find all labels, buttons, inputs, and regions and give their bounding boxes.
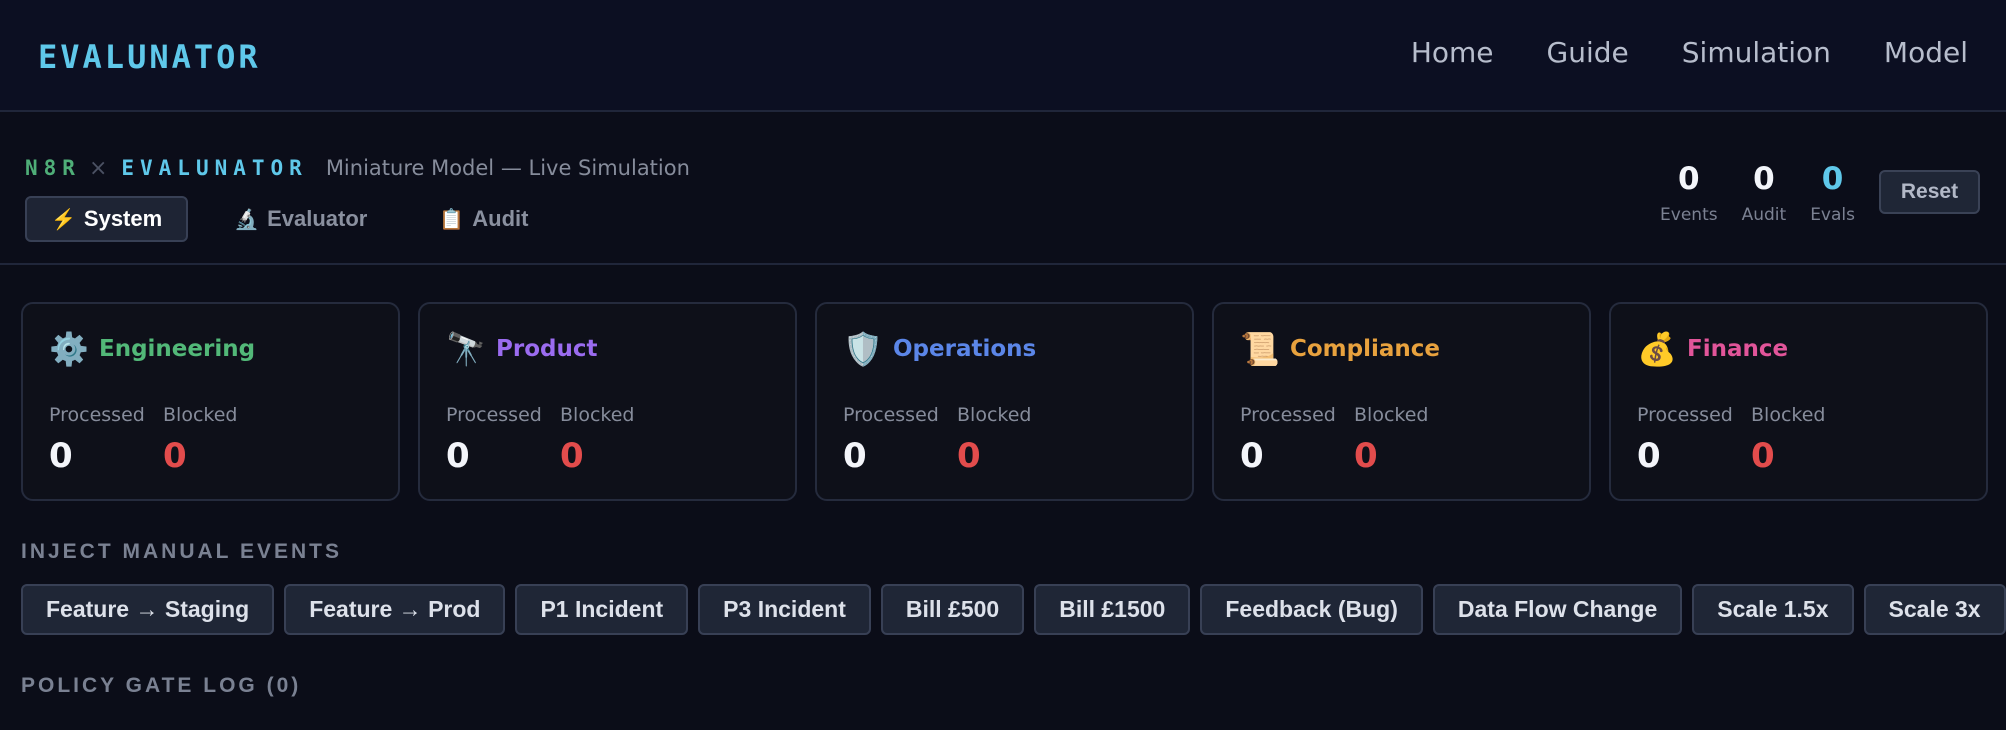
tab-audit[interactable]: 📋 Audit bbox=[413, 196, 554, 242]
card-title: Product bbox=[496, 336, 598, 362]
processed-value: 0 bbox=[1637, 436, 1661, 476]
blocked-label: Blocked bbox=[163, 404, 238, 426]
inject-data-flow-change-button[interactable]: Data Flow Change bbox=[1432, 584, 1683, 635]
audit-counter: 0 Audit bbox=[1741, 161, 1787, 226]
blocked-label: Blocked bbox=[560, 404, 635, 426]
card-compliance: 📜 Compliance Processed 0 Blocked 0 bbox=[1212, 302, 1591, 501]
processed-stat: Processed 0 bbox=[843, 404, 939, 476]
processed-stat: Processed 0 bbox=[1240, 404, 1336, 476]
card-header: 💰 Finance bbox=[1637, 330, 1788, 368]
events-count: 0 bbox=[1678, 161, 1700, 197]
simulation-header: N8R × EVALUNATOR Miniature Model — Live … bbox=[0, 114, 2006, 265]
inject-feature-staging-button[interactable]: Feature → Staging bbox=[21, 584, 275, 635]
inject-bill-500-button[interactable]: Bill £500 bbox=[880, 584, 1025, 635]
inject-p1-incident-button[interactable]: P1 Incident bbox=[515, 584, 689, 635]
card-title: Compliance bbox=[1290, 336, 1441, 362]
blocked-stat: Blocked 0 bbox=[957, 404, 1031, 476]
microscope-icon: 🔬 bbox=[234, 208, 260, 231]
clipboard-icon: 📋 bbox=[439, 208, 465, 231]
blocked-value: 0 bbox=[560, 436, 584, 476]
brand-logo[interactable]: EVALUNATOR bbox=[38, 38, 261, 76]
card-title: Engineering bbox=[99, 336, 256, 362]
processed-label: Processed bbox=[49, 404, 145, 426]
processed-value: 0 bbox=[446, 436, 470, 476]
telescope-icon: 🔭 bbox=[446, 330, 486, 368]
processed-label: Processed bbox=[446, 404, 542, 426]
lightning-icon: ⚡ bbox=[51, 208, 76, 231]
processed-stat: Processed 0 bbox=[446, 404, 542, 476]
nav-links: Home Guide Simulation Model bbox=[1411, 36, 1968, 69]
inject-buttons: Feature → Staging Feature → Prod P1 Inci… bbox=[21, 584, 2006, 635]
processed-stat: Processed 0 bbox=[49, 404, 145, 476]
tab-system[interactable]: ⚡ System bbox=[25, 196, 189, 242]
card-operations: 🛡️ Operations Processed 0 Blocked 0 bbox=[815, 302, 1194, 501]
tab-system-label: System bbox=[83, 206, 163, 231]
n8r-tag: N8R bbox=[25, 156, 81, 180]
processed-label: Processed bbox=[843, 404, 939, 426]
processed-value: 0 bbox=[1240, 436, 1264, 476]
tab-evaluator-label: Evaluator bbox=[267, 206, 368, 231]
evals-label: Evals bbox=[1810, 205, 1855, 225]
inject-feedback-bug-button[interactable]: Feedback (Bug) bbox=[1200, 584, 1423, 635]
card-product: 🔭 Product Processed 0 Blocked 0 bbox=[418, 302, 797, 501]
card-header: ⚙️ Engineering bbox=[49, 330, 255, 368]
inject-section-title: INJECT MANUAL EVENTS bbox=[21, 540, 342, 563]
times-separator: × bbox=[88, 156, 108, 181]
processed-label: Processed bbox=[1240, 404, 1336, 426]
blocked-label: Blocked bbox=[957, 404, 1032, 426]
card-title: Finance bbox=[1687, 336, 1789, 362]
blocked-label: Blocked bbox=[1354, 404, 1429, 426]
nav-link-guide[interactable]: Guide bbox=[1547, 36, 1629, 69]
card-title: Operations bbox=[893, 336, 1037, 362]
header-subtitle: Miniature Model — Live Simulation bbox=[325, 156, 690, 180]
card-engineering: ⚙️ Engineering Processed 0 Blocked 0 bbox=[21, 302, 400, 501]
money-bag-icon: 💰 bbox=[1637, 330, 1677, 368]
blocked-stat: Blocked 0 bbox=[560, 404, 634, 476]
inject-feature-prod-button[interactable]: Feature → Prod bbox=[284, 584, 506, 635]
evals-counter: 0 Evals bbox=[1810, 161, 1855, 226]
tab-audit-label: Audit bbox=[472, 206, 529, 231]
blocked-stat: Blocked 0 bbox=[1751, 404, 1825, 476]
top-navbar: EVALUNATOR Home Guide Simulation Model bbox=[0, 0, 2006, 112]
blocked-stat: Blocked 0 bbox=[163, 404, 237, 476]
card-header: 📜 Compliance bbox=[1240, 330, 1440, 368]
evals-count: 0 bbox=[1821, 161, 1844, 197]
audit-label: Audit bbox=[1741, 205, 1787, 225]
blocked-value: 0 bbox=[1751, 436, 1775, 476]
audit-count: 0 bbox=[1753, 161, 1775, 197]
blocked-value: 0 bbox=[163, 436, 187, 476]
department-cards: ⚙️ Engineering Processed 0 Blocked 0 🔭 P… bbox=[21, 302, 1988, 501]
inject-p3-incident-button[interactable]: P3 Incident bbox=[698, 584, 871, 635]
events-label: Events bbox=[1660, 205, 1718, 225]
processed-value: 0 bbox=[49, 436, 73, 476]
nav-link-simulation[interactable]: Simulation bbox=[1682, 36, 1831, 69]
nav-link-home[interactable]: Home bbox=[1411, 36, 1494, 69]
inject-bill-1500-button[interactable]: Bill £1500 bbox=[1034, 584, 1191, 635]
header-title: N8R × EVALUNATOR Miniature Model — Live … bbox=[25, 156, 690, 181]
inject-scale-3x-button[interactable]: Scale 3x bbox=[1863, 584, 2006, 635]
shield-icon: 🛡️ bbox=[843, 330, 883, 368]
evaluator-tag: EVALUNATOR bbox=[121, 156, 308, 180]
tab-evaluator[interactable]: 🔬 Evaluator bbox=[208, 196, 393, 242]
card-header: 🔭 Product bbox=[446, 330, 597, 368]
inject-scale-1-5x-button[interactable]: Scale 1.5x bbox=[1692, 584, 1854, 635]
policy-gate-log-title: POLICY GATE LOG (0) bbox=[21, 674, 302, 697]
card-finance: 💰 Finance Processed 0 Blocked 0 bbox=[1609, 302, 1988, 501]
gear-icon: ⚙️ bbox=[49, 330, 89, 368]
card-header: 🛡️ Operations bbox=[843, 330, 1036, 368]
counters: 0 Events 0 Audit 0 Evals Reset bbox=[1660, 164, 1980, 225]
blocked-value: 0 bbox=[1354, 436, 1378, 476]
blocked-stat: Blocked 0 bbox=[1354, 404, 1428, 476]
reset-button[interactable]: Reset bbox=[1879, 170, 1980, 214]
processed-value: 0 bbox=[843, 436, 867, 476]
events-counter: 0 Events bbox=[1660, 161, 1718, 226]
blocked-label: Blocked bbox=[1751, 404, 1826, 426]
view-tabs: ⚡ System 🔬 Evaluator 📋 Audit bbox=[25, 196, 554, 242]
processed-stat: Processed 0 bbox=[1637, 404, 1733, 476]
nav-link-model[interactable]: Model bbox=[1884, 36, 1968, 69]
blocked-value: 0 bbox=[957, 436, 981, 476]
processed-label: Processed bbox=[1637, 404, 1733, 426]
scroll-icon: 📜 bbox=[1240, 330, 1280, 368]
